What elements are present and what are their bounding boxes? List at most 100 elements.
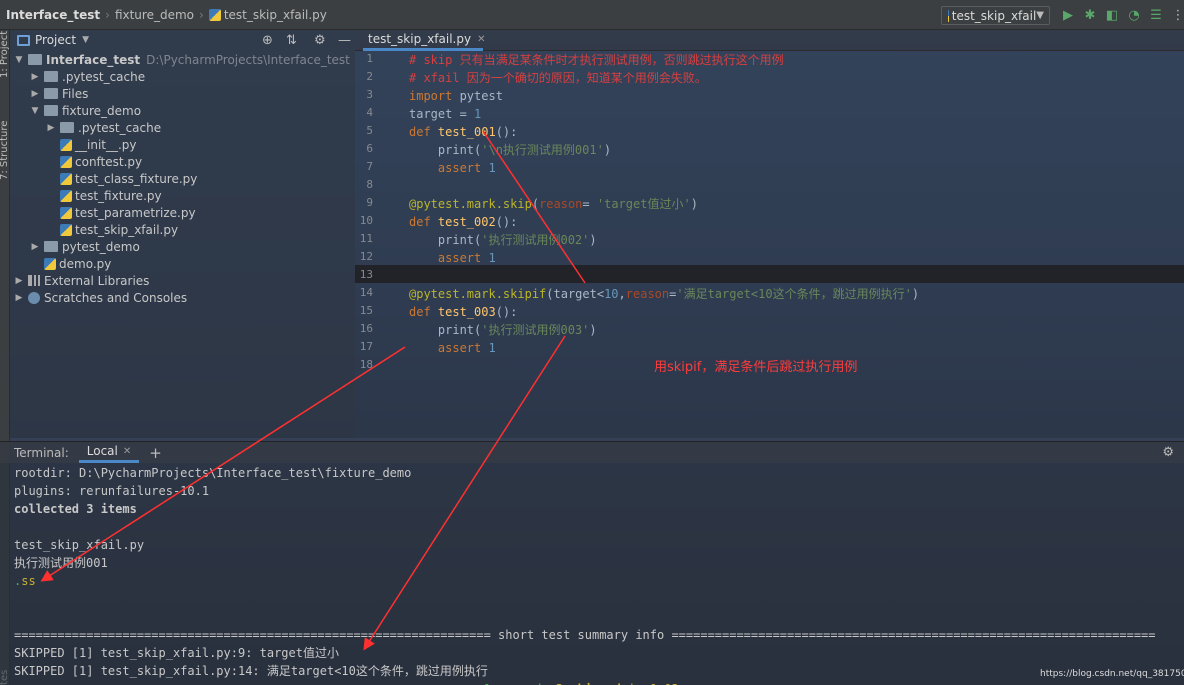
line-number: 8: [366, 178, 373, 191]
breadcrumb-project[interactable]: Interface_test: [2, 8, 104, 22]
terminal-output[interactable]: rootdir: D:\PycharmProjects\Interface_te…: [0, 463, 1184, 685]
current-line-highlight: [355, 265, 1184, 283]
code-token: assert: [437, 341, 489, 355]
folder-icon: [44, 88, 58, 99]
line-number: 10: [359, 214, 373, 227]
chevron-right-icon[interactable]: ▶: [30, 242, 40, 252]
code-line: @pytest.mark.skip(reason= 'target值过小'): [409, 195, 698, 213]
tree-item[interactable]: ▶ Scratches and Consoles: [14, 289, 188, 306]
tree-item[interactable]: __init__.py: [46, 136, 137, 153]
line-number: 18: [359, 358, 373, 371]
chevron-right-icon[interactable]: ▶: [14, 293, 24, 303]
close-icon[interactable]: ✕: [477, 34, 485, 45]
tree-item-label: conftest.py: [75, 154, 143, 169]
code-token: # xfail 因为一个确切的原因，知道某个用例会失败。: [409, 71, 707, 85]
chevron-down-icon[interactable]: ▼: [30, 106, 40, 116]
line-number: 17: [359, 340, 373, 353]
chevron-right-icon[interactable]: ▶: [14, 276, 24, 286]
project-panel: Project ▼ ⊕ ⇅ ⚙ — ▼ Interface_test D:\Pych…: [10, 30, 355, 438]
tree-item-label: pytest_demo: [62, 239, 140, 254]
code-token: ): [603, 143, 612, 157]
chevron-right-icon[interactable]: ▶: [30, 72, 40, 82]
line-number: 14: [359, 286, 373, 299]
line-number: 12: [359, 250, 373, 263]
line-number: 2: [366, 70, 373, 83]
project-icon: [17, 34, 30, 46]
run-configuration-select[interactable]: test_skip_xfail ▼: [941, 6, 1050, 25]
locate-icon[interactable]: ⊕: [262, 33, 273, 48]
tree-item-label: Interface_test: [46, 52, 141, 67]
tree-item[interactable]: ▶ External Libraries: [14, 272, 150, 289]
run-icon[interactable]: ▶: [1060, 7, 1076, 23]
tree-item-label: test_class_fixture.py: [75, 171, 198, 186]
python-file-icon: [208, 9, 221, 21]
project-panel-title[interactable]: Project: [35, 33, 76, 47]
more-icon[interactable]: ⋮: [1170, 7, 1184, 23]
line-number: 6: [366, 142, 373, 155]
terminal-token: SKIPPED [1] test_skip_xfail.py:14: 满足tar…: [14, 664, 488, 678]
chevron-down-icon[interactable]: ▼: [14, 55, 24, 65]
chevron-right-icon[interactable]: ▶: [46, 123, 56, 133]
close-icon[interactable]: ✕: [123, 446, 131, 457]
gear-icon[interactable]: ⚙: [314, 33, 326, 48]
python-file-icon: [60, 172, 72, 185]
hide-icon[interactable]: —: [338, 33, 351, 48]
profile-icon[interactable]: ◔: [1126, 7, 1142, 23]
python-file-icon: [60, 189, 72, 202]
python-file-icon: [60, 155, 72, 168]
library-icon: [28, 275, 40, 286]
tree-item[interactable]: demo.py: [30, 255, 111, 272]
code-token: '执行测试用例003': [481, 323, 590, 337]
code-token: 1: [488, 161, 496, 175]
tree-item[interactable]: ▼ Interface_test D:\PycharmProjects\Interf…: [14, 51, 350, 68]
tool-tab-structure[interactable]: 7: Structure: [0, 121, 10, 180]
terminal-tab-label: Local: [86, 444, 118, 458]
code-token: # skip 只有当满足某条件时才执行测试用例，否则跳过执行这个用例: [409, 53, 784, 67]
code-line: print('执行测试用例003'): [409, 321, 597, 339]
terminal-line: .ss: [14, 572, 36, 590]
tool-tab-project[interactable]: 1: Project: [0, 31, 10, 78]
editor-tab-test-skip-xfail[interactable]: test_skip_xfail.py ✕: [363, 30, 485, 51]
code-line: print('执行测试用例002'): [409, 231, 597, 249]
gear-icon[interactable]: ⚙: [1162, 445, 1174, 460]
tree-item[interactable]: conftest.py: [46, 153, 142, 170]
tree-item[interactable]: test_class_fixture.py: [46, 170, 197, 187]
code-token: ():: [495, 125, 518, 139]
terminal-tab-local[interactable]: Local ✕: [78, 442, 140, 463]
code-token: test_002: [437, 215, 496, 229]
tree-item[interactable]: ▶ pytest_demo: [30, 238, 140, 255]
tree-item[interactable]: ▼ fixture_demo: [30, 102, 142, 119]
breadcrumb-folder[interactable]: fixture_demo: [111, 8, 198, 22]
project-panel-header: Project ▼: [10, 30, 355, 50]
code-token: print(: [409, 323, 482, 337]
build-icon[interactable]: ☰: [1148, 7, 1164, 23]
debug-icon[interactable]: ✱: [1082, 7, 1098, 23]
tree-item[interactable]: ▶ Files: [30, 85, 89, 102]
code-token: =: [582, 197, 597, 211]
terminal-token: collected 3 items: [14, 502, 137, 516]
tree-item-label: test_skip_xfail.py: [75, 222, 179, 237]
code-token: def: [409, 305, 438, 319]
terminal-line: ========================================…: [14, 680, 1163, 685]
tree-item[interactable]: test_fixture.py: [46, 187, 162, 204]
collapse-all-icon[interactable]: ⇅: [286, 33, 297, 48]
tree-item[interactable]: test_skip_xfail.py: [46, 221, 178, 238]
chevron-down-icon[interactable]: ▼: [82, 35, 89, 45]
chevron-right-icon[interactable]: ▶: [30, 89, 40, 99]
tree-item-label: demo.py: [59, 256, 112, 271]
code-token: print(: [409, 233, 482, 247]
terminal-line: rootdir: D:\PycharmProjects\Interface_te…: [14, 464, 411, 482]
breadcrumb-file[interactable]: test_skip_xfail.py: [205, 8, 331, 22]
tree-item[interactable]: ▶ .pytest_cache: [30, 68, 146, 85]
new-terminal-icon[interactable]: +: [149, 444, 162, 462]
line-number: 1: [366, 52, 373, 65]
editor-tab-bar: test_skip_xfail.py ✕: [355, 30, 1184, 51]
tree-item[interactable]: test_parametrize.py: [46, 204, 196, 221]
tree-item[interactable]: ▶ .pytest_cache: [46, 119, 162, 136]
coverage-icon[interactable]: ◧: [1104, 7, 1120, 23]
line-number: 16: [359, 322, 373, 335]
terminal-token: 执行测试用例001: [14, 556, 108, 570]
run-configuration-label: test_skip_xfail: [951, 8, 1037, 23]
